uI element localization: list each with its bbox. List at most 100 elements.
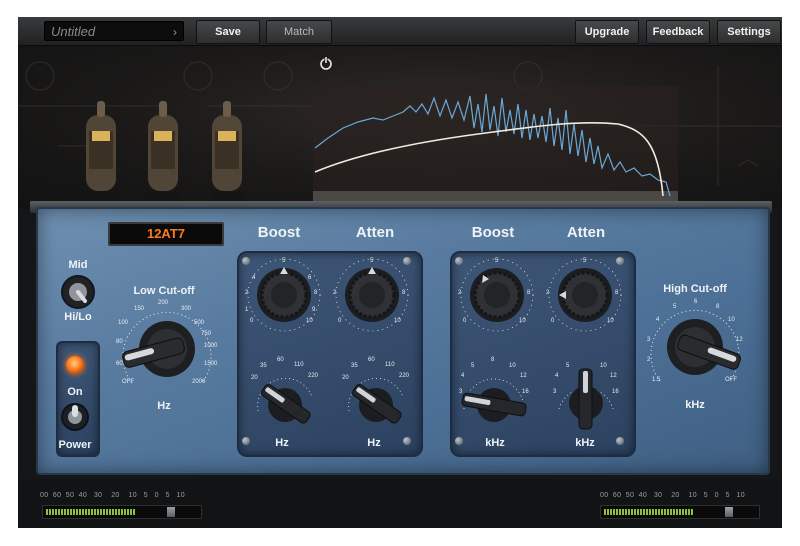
low-atten-tick: 8 [402,290,406,296]
high-boost-tick: 2 [458,290,462,296]
high-boost-freq-tick: 3 [459,389,463,395]
low-cutoff-tick: 200 [158,300,169,306]
high-boost-tick: 8 [527,290,531,296]
low-atten-freq-unit: Hz [367,437,381,449]
high-atten-freq-tick: 3 [553,389,557,395]
low-boost-label: Boost [257,224,301,241]
output-level-fill [604,509,694,515]
settings-button[interactable]: Settings [717,20,781,44]
high-cutoff-tick: 5 [673,304,677,310]
low-cutoff-tick: 60 [116,361,123,367]
toolbar: Untitled › Save Match Upgrade Feedback S… [18,17,782,46]
high-cutoff-tick: 8 [716,304,720,310]
low-atten-tick: 5 [370,258,374,264]
high-cutoff-tick: OFF [725,377,737,383]
preset-name: Untitled [51,24,96,39]
high-atten-tick: 10 [607,318,614,324]
tube-type-display[interactable]: 12AT7 [108,222,224,246]
high-cutoff-tick: 3 [647,337,651,343]
low-atten-freq-tick: 60 [368,357,375,363]
high-boost-freq-tick: 10 [509,363,516,369]
high-atten-tick: 0 [551,318,555,324]
high-boost-freq-tick: 16 [522,389,529,395]
power-icon[interactable] [319,56,333,70]
input-meter-scale: 00 60 50 40 30 20 10 5 0 5 10 [40,492,185,499]
low-boost-freq-tick: 35 [260,363,267,369]
high-cutoff-title: High Cut-off [663,283,727,295]
high-boost-freq-tick: 12 [520,373,527,379]
low-boost-tick: 2 [245,290,249,296]
low-atten-label: Atten [355,224,395,241]
low-atten-tick: 0 [338,318,342,324]
low-atten-tick: 10 [394,318,401,324]
high-atten-freq-knob[interactable] [551,361,621,431]
low-atten-freq-tick: 35 [351,363,358,369]
high-atten-tick: 2 [546,290,550,296]
high-boost-freq-tick: 5 [471,363,475,369]
high-atten-tick: 5 [583,258,587,264]
high-atten-freq-tick: 12 [610,373,617,379]
low-atten-tick: 2 [333,290,337,296]
low-cutoff-tick: 2000 [192,379,206,385]
spectrum-analyzer [313,86,678,206]
output-level-meter [600,505,760,519]
low-cutoff-tick: 1000 [204,343,218,349]
low-boost-freq-tick: 20 [251,375,258,381]
preset-selector[interactable]: Untitled › [44,21,184,41]
input-gain-handle[interactable] [167,507,175,517]
high-atten-tick: 8 [615,290,619,296]
high-atten-freq-tick: 16 [612,389,619,395]
mid-hilo-toggle[interactable] [61,275,95,309]
low-cutoff-tick: 500 [194,320,205,326]
low-cutoff-tick: OFF [122,379,134,385]
low-cutoff-tick: 100 [118,320,129,326]
save-button[interactable]: Save [196,20,260,44]
low-atten-freq-tick: 220 [399,373,410,379]
low-cutoff-tick: 1500 [204,361,218,367]
screw-icon [403,437,411,445]
input-level-meter [42,505,202,519]
low-boost-freq-tick: 60 [277,357,284,363]
screw-icon [455,437,463,445]
low-cutoff-tick: 150 [134,306,145,312]
upgrade-button[interactable]: Upgrade [575,20,639,44]
tube-stage [18,46,782,231]
low-cutoff-tick: 80 [116,339,123,345]
chevron-right-icon: › [173,25,177,39]
low-boost-tick: 10 [306,318,313,324]
low-atten-freq-tick: 20 [342,375,349,381]
hilo-label: Hi/Lo [64,311,92,323]
high-atten-freq-unit: kHz [575,437,595,449]
high-cutoff-tick: 6 [694,299,698,305]
high-atten-freq-tick: 10 [600,363,607,369]
high-atten-freq-tick: 5 [566,363,570,369]
footer-meters [18,479,782,528]
power-lamp-icon [66,356,84,374]
low-boost-tick: 5 [282,258,286,264]
low-boost-tick: 6 [308,275,312,281]
high-atten-freq-tick: 4 [555,373,559,379]
match-button[interactable]: Match [266,20,332,44]
power-toggle-switch[interactable] [61,401,89,433]
high-boost-freq-unit: kHz [485,437,505,449]
high-boost-label: Boost [471,224,515,241]
output-gain-handle[interactable] [725,507,733,517]
high-cutoff-tick: 12 [736,337,743,343]
plugin-window: Untitled › Save Match Upgrade Feedback S… [18,17,782,528]
low-boost-freq-unit: Hz [275,437,289,449]
output-meter-scale: 00 60 50 40 30 20 10 5 0 5 10 [600,492,745,499]
high-boost-tick: 5 [495,258,499,264]
low-boost-freq-tick: 220 [308,373,319,379]
feedback-button[interactable]: Feedback [646,20,710,44]
input-level-fill [46,509,136,515]
high-cutoff-unit: kHz [685,399,705,411]
high-boost-tick: 10 [519,318,526,324]
low-boost-tick: 9 [312,307,316,313]
screw-icon [242,437,250,445]
high-boost-freq-tick: 4 [461,373,465,379]
screw-icon [616,437,624,445]
low-cutoff-tick: 750 [201,331,212,337]
low-cutoff-title: Low Cut-off [133,285,195,297]
high-cutoff-tick: 10 [728,317,735,323]
high-boost-freq-tick: 8 [491,357,495,363]
